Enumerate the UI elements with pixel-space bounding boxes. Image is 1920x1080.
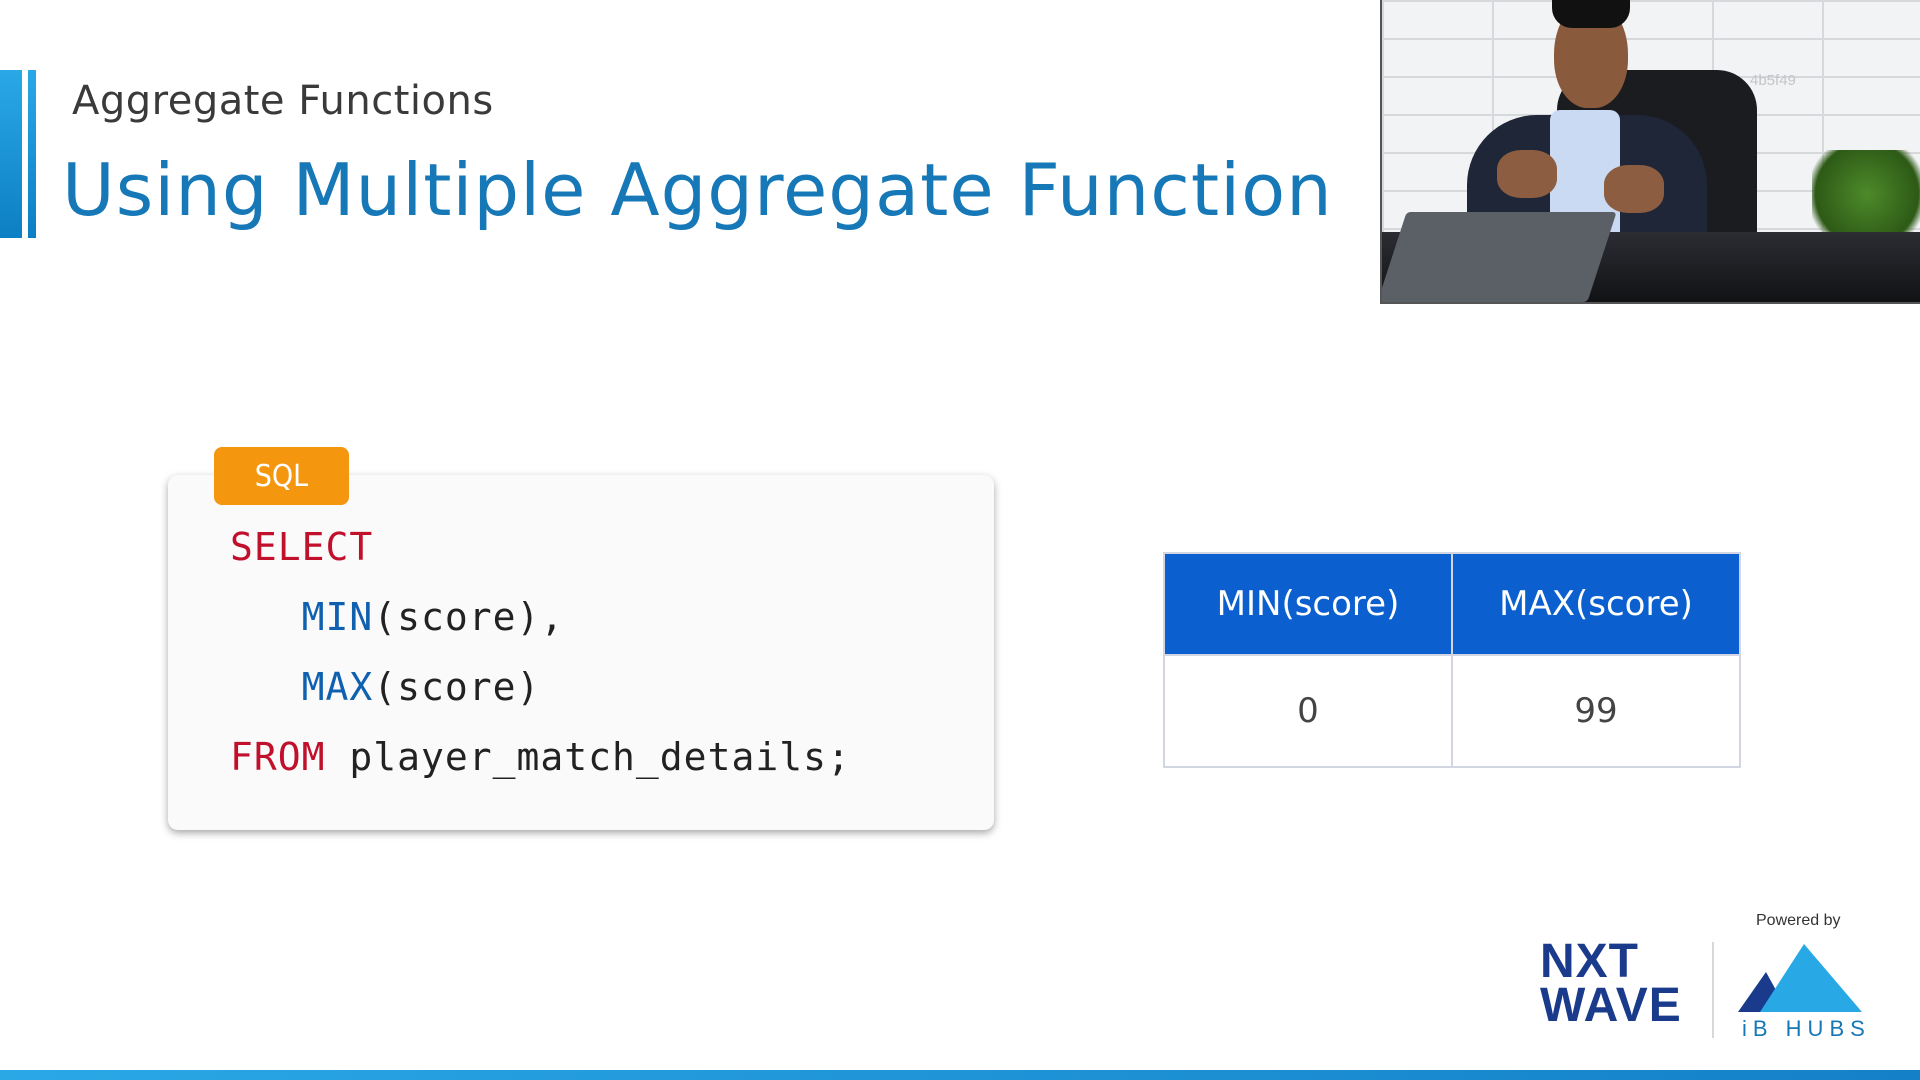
code-line-4: FROM player_match_details; (230, 735, 851, 779)
table-row: 0 99 (1163, 654, 1741, 768)
presenter-right-hand (1604, 165, 1664, 213)
code-line-3: MAX(score) (230, 665, 540, 709)
ib-hubs-logo-text: iB HUBS (1742, 1016, 1871, 1041)
function-max: MAX (301, 665, 374, 709)
slide-subtitle: Aggregate Functions (72, 78, 494, 124)
logo-divider (1712, 942, 1714, 1038)
keyword-select: SELECT (230, 525, 374, 569)
presenter-hair (1552, 0, 1630, 28)
language-badge: SQL (214, 447, 349, 505)
presenter-video: 4b5f49 (1380, 0, 1920, 304)
powered-by-label: Powered by (1756, 912, 1841, 929)
table-header-min: MIN(score) (1163, 552, 1453, 656)
code-line-2: MIN(score), (230, 595, 564, 639)
code-max-args: (score) (373, 665, 541, 709)
video-overlay-code: 4b5f49 (1750, 72, 1796, 89)
accent-bar (0, 70, 22, 238)
function-min: MIN (301, 595, 374, 639)
ib-hubs-mountain-icon (1738, 944, 1862, 1012)
nxtwave-logo: NXT WAVE (1540, 935, 1682, 1032)
table-cell-min: 0 (1163, 654, 1453, 768)
nxtwave-logo-line1: NXT (1540, 935, 1639, 988)
bottom-accent-bar (0, 1070, 1920, 1080)
sql-code: SELECT MIN(score), MAX(score) FROM playe… (230, 512, 851, 792)
keyword-from: FROM (230, 735, 326, 779)
nxtwave-logo-line2: WAVE (1540, 979, 1682, 1032)
slide-title: Using Multiple Aggregate Function (62, 148, 1333, 232)
table-cell-max: 99 (1451, 654, 1741, 768)
accent-bar-thin (28, 70, 36, 238)
code-table-name: player_match_details; (325, 735, 851, 779)
presenter-left-hand (1497, 150, 1557, 198)
code-min-args: (score), (373, 595, 565, 639)
laptop (1382, 212, 1617, 302)
code-line-1: SELECT (230, 525, 373, 569)
result-table: MIN(score) MAX(score) 0 99 (1163, 552, 1741, 768)
table-header-max: MAX(score) (1451, 552, 1741, 656)
table-header-row: MIN(score) MAX(score) (1163, 552, 1741, 656)
